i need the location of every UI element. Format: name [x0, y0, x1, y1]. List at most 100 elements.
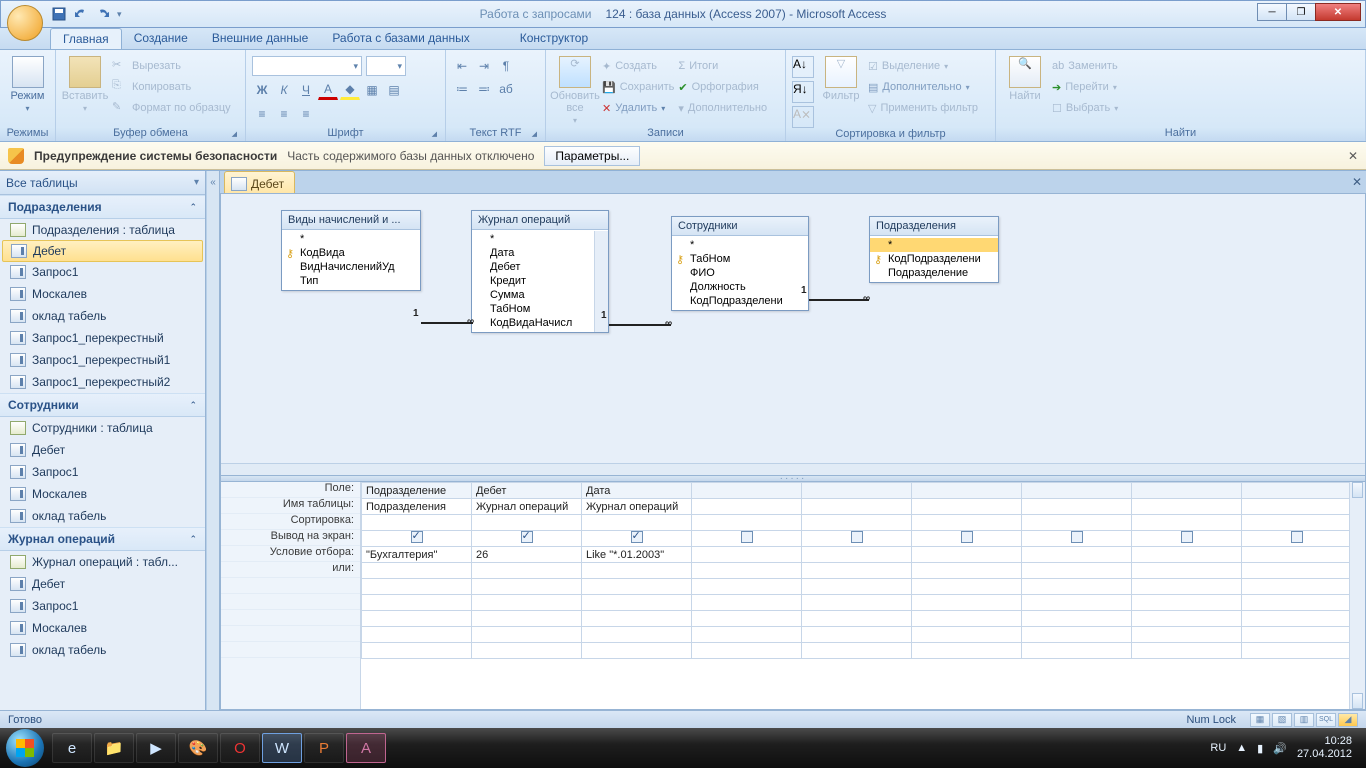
gridlines-button[interactable]: ▦ [362, 80, 382, 100]
save-rec-button[interactable]: 💾Сохранить [602, 77, 674, 97]
security-options-button[interactable]: Параметры... [544, 146, 640, 166]
grid-cell[interactable] [1242, 627, 1350, 643]
field-item[interactable]: Дата [472, 246, 608, 260]
relationship-line[interactable] [809, 299, 869, 301]
view-chart[interactable]: ▥ [1294, 713, 1314, 727]
table-box[interactable]: Сотрудники*ТабНомФИОДолжностьКодПодразде… [671, 216, 809, 311]
field-item[interactable]: Подразделение [870, 266, 998, 280]
tab-design[interactable]: Конструктор [508, 28, 600, 49]
grid-cell[interactable] [692, 643, 802, 659]
grid-cell[interactable] [362, 531, 472, 547]
underline-button[interactable]: Ч [296, 80, 316, 100]
grid-cell[interactable] [362, 611, 472, 627]
field-item[interactable]: КодВида [282, 246, 420, 260]
ltr-button[interactable]: ¶ [496, 56, 516, 76]
nav-item[interactable]: Москалев [0, 283, 205, 305]
grid-cell[interactable] [1242, 579, 1350, 595]
align-right-button[interactable]: ≡ [296, 104, 316, 124]
grid-cell[interactable] [1022, 579, 1132, 595]
grid-cell[interactable] [582, 627, 692, 643]
spelling-button[interactable]: ✔Орфография [678, 77, 767, 97]
grid-cell[interactable] [1132, 595, 1242, 611]
taskbar-opera[interactable]: O [220, 733, 260, 763]
view-sql[interactable]: SQL [1316, 713, 1336, 727]
save-icon[interactable] [51, 6, 67, 22]
nav-item[interactable]: Москалев [0, 617, 205, 639]
nav-item[interactable]: Запрос1 [0, 461, 205, 483]
grid-cell[interactable] [1242, 595, 1350, 611]
grid-cell[interactable] [472, 595, 582, 611]
field-item[interactable]: Дебет [472, 260, 608, 274]
nav-item[interactable]: Дебет [0, 573, 205, 595]
vertical-scrollbar[interactable] [1349, 482, 1365, 709]
grid-cell[interactable] [472, 579, 582, 595]
goto-button[interactable]: ➔Перейти▾ [1052, 77, 1118, 97]
font-size-combo[interactable] [366, 56, 406, 76]
tray-network-icon[interactable]: ▮ [1257, 742, 1263, 755]
grid-cell[interactable] [912, 499, 1022, 515]
grid-cell[interactable] [472, 611, 582, 627]
checkbox[interactable] [521, 531, 533, 543]
nav-item[interactable]: Запрос1 [0, 261, 205, 283]
grid-cell[interactable] [1242, 515, 1350, 531]
grid-cell[interactable] [692, 595, 802, 611]
indent-inc-button[interactable]: ⇥ [474, 56, 494, 76]
table-box[interactable]: Подразделения*КодПодразделениПодразделен… [869, 216, 999, 283]
grid-cell[interactable] [1022, 499, 1132, 515]
nav-item[interactable]: оклад табель [0, 305, 205, 327]
copy-button[interactable]: ⎘Копировать [112, 77, 231, 97]
grid-cell[interactable] [692, 531, 802, 547]
nav-item[interactable]: Запрос1_перекрестный2 [0, 371, 205, 393]
checkbox[interactable] [631, 531, 643, 543]
nav-item[interactable]: оклад табель [0, 639, 205, 661]
grid-cell[interactable] [1242, 611, 1350, 627]
grid-cell[interactable]: Like "*.01.2003" [582, 547, 692, 563]
bullets-button[interactable]: ≔ [452, 79, 472, 99]
grid-cell[interactable] [1022, 611, 1132, 627]
grid-cell[interactable] [1022, 563, 1132, 579]
grid-cell[interactable] [912, 547, 1022, 563]
grid-cell[interactable] [472, 531, 582, 547]
grid-cell[interactable] [1132, 643, 1242, 659]
grid-cell[interactable] [1022, 627, 1132, 643]
replace-button[interactable]: abЗаменить [1052, 56, 1118, 76]
taskbar-paint[interactable]: 🎨 [178, 733, 218, 763]
nav-item[interactable]: Запрос1_перекрестный [0, 327, 205, 349]
grid-cell[interactable] [802, 531, 912, 547]
grid-cell[interactable] [1022, 531, 1132, 547]
table-box[interactable]: Виды начислений и ...*КодВидаВидНачислен… [281, 210, 421, 291]
minimize-button[interactable]: ─ [1257, 3, 1287, 21]
doc-close-button[interactable]: ✕ [1352, 175, 1362, 189]
more-button[interactable]: ▾Дополнительно [678, 98, 767, 118]
tray-volume-icon[interactable]: 🔊 [1273, 742, 1287, 755]
undo-icon[interactable] [73, 6, 89, 22]
field-item[interactable]: * [870, 238, 998, 252]
indent-dec-button[interactable]: ⇤ [452, 56, 472, 76]
format-painter-button[interactable]: ✎Формат по образцу [112, 98, 231, 118]
clear-sort-button[interactable]: A⨯ [792, 106, 814, 128]
altcolor-button[interactable]: ▤ [384, 80, 404, 100]
grid-cell[interactable] [1132, 515, 1242, 531]
grid-cell[interactable] [692, 627, 802, 643]
paste-button[interactable]: Вставить▾ [62, 52, 108, 113]
grid-cell[interactable]: Дата [582, 483, 692, 499]
grid-cell[interactable] [1132, 531, 1242, 547]
nav-item[interactable]: Подразделения : таблица [0, 219, 205, 241]
grid-cell[interactable] [912, 595, 1022, 611]
grid-cell[interactable] [362, 643, 472, 659]
field-item[interactable]: КодПодразделени [672, 294, 808, 308]
grid-cell[interactable] [362, 563, 472, 579]
grid-cell[interactable] [912, 483, 1022, 499]
grid-cell[interactable] [1242, 643, 1350, 659]
grid-cell[interactable] [912, 611, 1022, 627]
font-name-combo[interactable] [252, 56, 362, 76]
grid-cell[interactable]: "Бухгалтерия" [362, 547, 472, 563]
grid-cell[interactable] [1132, 483, 1242, 499]
grid-cell[interactable]: Журнал операций [582, 499, 692, 515]
cut-button[interactable]: ✂Вырезать [112, 56, 231, 76]
grid-cell[interactable] [802, 643, 912, 659]
grid-cell[interactable] [802, 595, 912, 611]
close-button[interactable]: ✕ [1315, 3, 1361, 21]
nav-item[interactable]: Сотрудники : таблица [0, 417, 205, 439]
tray-flag-icon[interactable]: ▲ [1236, 742, 1247, 754]
